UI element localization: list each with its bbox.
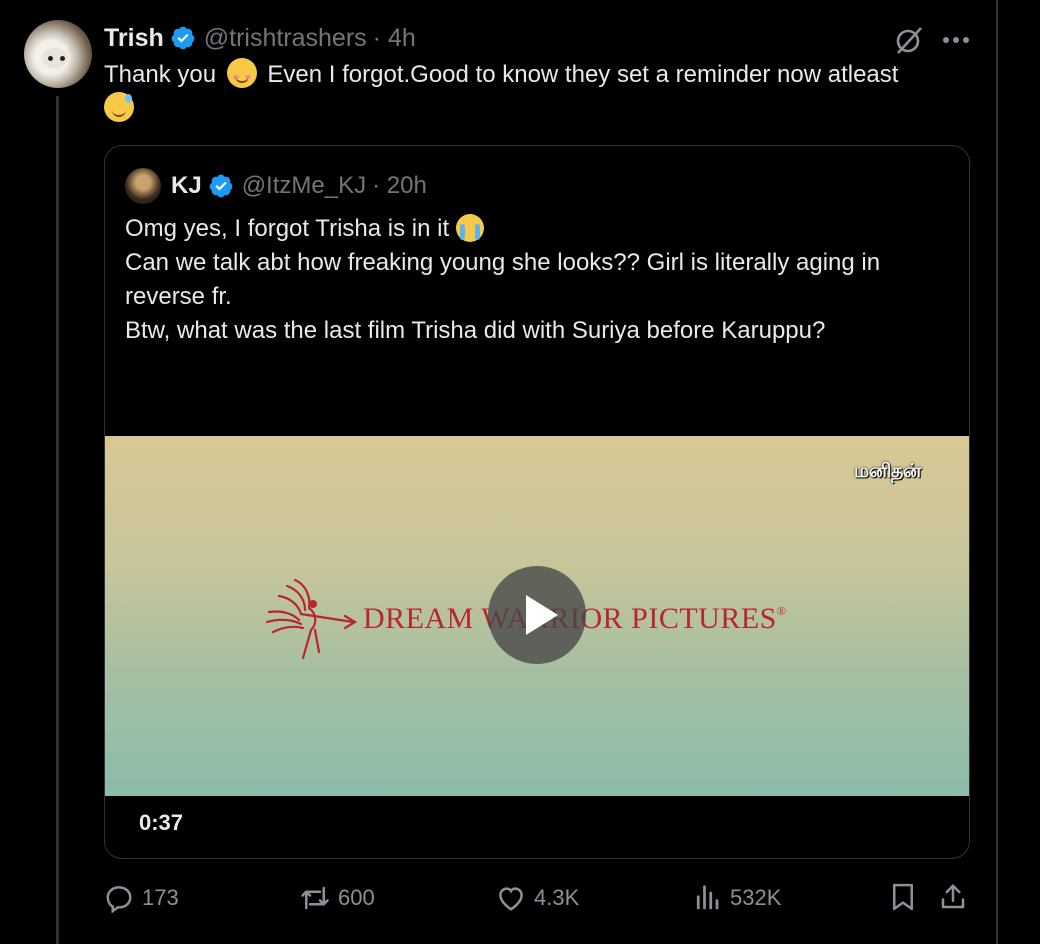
tweet-text: Thank you Even I forgot.Good to know the… [104, 58, 964, 126]
tweet-time[interactable]: · 4h [373, 24, 416, 53]
like-count: 4.3K [534, 885, 580, 910]
tweet-header: Trish @trishtrashers · 4h [104, 22, 416, 54]
grok-icon[interactable] [893, 24, 925, 56]
tweet-text-part: Thank you [104, 61, 217, 88]
tweet-text-part: Even I forgot.Good to know they set a re… [267, 61, 899, 88]
bookmark-icon[interactable] [888, 882, 918, 912]
avatar-eye [48, 56, 53, 61]
quoted-tweet-text: Omg yes, I forgot Trisha is in it Can we… [125, 212, 955, 348]
avatar[interactable] [24, 20, 92, 88]
quoted-tweet-header: KJ @ItzMe_KJ · 20h [125, 168, 427, 204]
crying-face-emoji-icon [455, 214, 484, 242]
reply-icon [106, 886, 132, 913]
heart-icon [499, 887, 523, 911]
video-duration: 0:37 [139, 810, 184, 835]
views-icon [696, 885, 719, 910]
author-handle[interactable]: @trishtrashers [204, 24, 367, 53]
verified-badge-icon [209, 174, 233, 198]
quoted-line: Omg yes, I forgot Trisha is in it [125, 212, 955, 246]
quoted-author-handle: @ItzMe_KJ [241, 172, 367, 199]
quoted-line-text: Omg yes, I forgot Trisha is in it [125, 215, 450, 242]
view-count: 532K [730, 885, 782, 910]
grinning-sweat-emoji-icon [104, 92, 134, 122]
video-player[interactable]: DREAM WARRIOR PICTURES® [105, 436, 969, 796]
quoted-avatar [125, 168, 161, 204]
quoted-tweet[interactable]: KJ @ItzMe_KJ · 20h Omg yes, I forgot Tri… [104, 145, 970, 859]
repost-button[interactable]: 600 [300, 878, 375, 918]
quoted-line: Can we talk abt how freaking young she l… [125, 249, 881, 276]
reply-button[interactable]: 173 [104, 878, 179, 918]
like-button[interactable]: 4.3K [496, 878, 579, 918]
reply-count: 173 [142, 885, 179, 910]
quoted-author-name: KJ [171, 172, 202, 199]
share-icon[interactable] [938, 882, 968, 912]
column-border [996, 0, 998, 944]
smiling-face-emoji-icon [226, 58, 257, 88]
views-button[interactable]: 532K [692, 878, 781, 918]
registered-mark: ® [776, 604, 787, 618]
quoted-line: Btw, what was the last film Trisha did w… [125, 317, 826, 344]
repost-icon [301, 886, 329, 910]
more-icon[interactable] [942, 36, 970, 44]
verified-badge-icon [171, 26, 195, 50]
repost-count: 600 [338, 885, 375, 910]
quoted-tweet-time: · 20h [372, 172, 427, 199]
thread-line [56, 96, 59, 944]
avatar-eye [60, 56, 65, 61]
action-bar: 173 600 4.3K 532K [104, 878, 970, 918]
quoted-line: reverse fr. [125, 283, 232, 310]
watermark: மனிதன் [854, 460, 921, 482]
winged-warrior-logo-icon [265, 578, 357, 660]
play-button[interactable] [488, 566, 586, 664]
author-name[interactable]: Trish [104, 24, 164, 53]
